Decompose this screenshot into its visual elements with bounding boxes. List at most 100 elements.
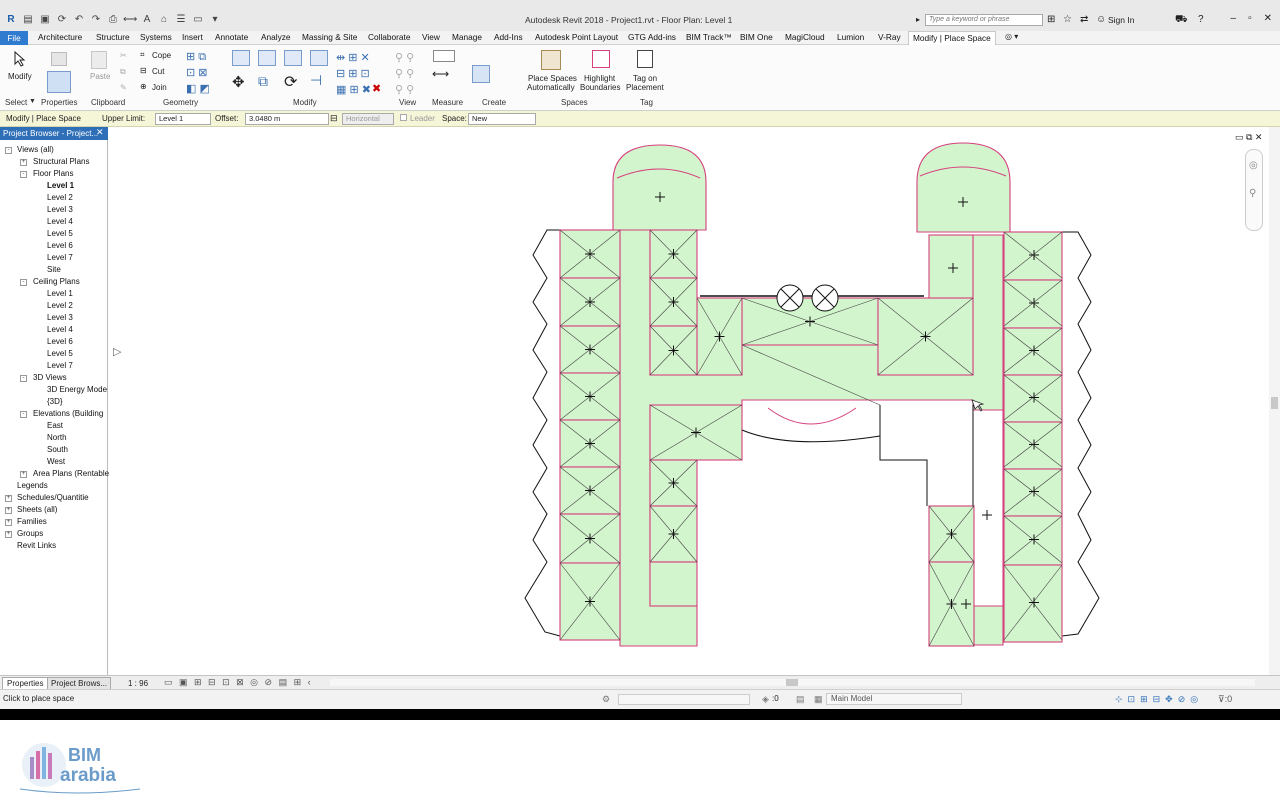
ribbon-toggle-icon[interactable]: ◎ ▾ bbox=[1005, 32, 1018, 41]
join-button[interactable]: Join bbox=[152, 83, 167, 92]
binoculars-icon[interactable]: ⊞ bbox=[1047, 14, 1055, 25]
geometry-tools-icon[interactable]: ⊞ ⧉ bbox=[186, 50, 206, 64]
star-icon[interactable]: ☆ bbox=[1063, 14, 1072, 25]
view-tools-icon[interactable]: ⚲ ⚲ ⚲ ⚲ ⚲ ⚲ bbox=[395, 50, 414, 98]
room-w-c[interactable] bbox=[649, 561, 698, 607]
rotate-icon[interactable]: ⟳ bbox=[284, 72, 297, 92]
mirror-axis-icon[interactable] bbox=[284, 50, 302, 66]
tab-analyze[interactable]: Analyze bbox=[261, 32, 291, 42]
tree-expander-icon[interactable]: - bbox=[20, 171, 27, 178]
placement-label[interactable]: Placement bbox=[626, 83, 664, 92]
tree-item[interactable]: Ceiling Plans bbox=[33, 277, 80, 286]
workset-select[interactable] bbox=[618, 694, 750, 705]
tree-item[interactable]: North bbox=[47, 433, 67, 442]
panel-select[interactable]: Select bbox=[5, 98, 27, 107]
match-type-icon[interactable]: ✎ bbox=[120, 83, 127, 92]
save-icon[interactable]: ▣ bbox=[38, 13, 52, 27]
tab-bim-track[interactable]: BIM Track™ bbox=[686, 32, 732, 42]
tab-lumion[interactable]: Lumion bbox=[837, 32, 864, 42]
copy-clipboard-icon[interactable]: ⧉ bbox=[120, 67, 126, 77]
steering-wheel-icon[interactable]: ◎ bbox=[1249, 160, 1258, 171]
cut-geometry-icon[interactable]: ⊟ bbox=[140, 66, 147, 75]
navigation-bar[interactable]: ◎ ⚲ bbox=[1245, 149, 1263, 231]
project-browser-close-icon[interactable]: ✕ bbox=[96, 127, 104, 138]
tree-item[interactable]: West bbox=[47, 457, 65, 466]
cope-button[interactable]: Cope bbox=[152, 51, 171, 60]
customize-qat-icon[interactable]: ▾ bbox=[208, 13, 222, 27]
mirror-draw-icon[interactable] bbox=[310, 50, 328, 66]
dimension-icon[interactable]: ⟷ bbox=[432, 67, 449, 81]
tree-expander-icon[interactable]: + bbox=[20, 471, 27, 478]
tag-on-label[interactable]: Tag on bbox=[633, 74, 657, 83]
north-west-rotunda[interactable] bbox=[612, 144, 707, 231]
tree-item[interactable]: 3D Energy Mode bbox=[47, 385, 107, 394]
tab-architecture[interactable]: Architecture bbox=[38, 32, 82, 42]
tab-modify-place-space[interactable]: Modify | Place Space bbox=[908, 31, 996, 45]
tree-item[interactable]: Level 1 bbox=[47, 289, 73, 298]
tree-item[interactable]: East bbox=[47, 421, 63, 430]
tree-item[interactable]: Level 6 bbox=[47, 241, 73, 250]
view-window-controls-icon[interactable]: ▭ ⧉ ✕ bbox=[1235, 132, 1262, 143]
design-option-set-icon[interactable]: ▦ bbox=[814, 694, 823, 705]
design-options-icon[interactable]: ▤ bbox=[796, 694, 805, 705]
tab-gtg-add-ins[interactable]: GTG Add-ins bbox=[628, 32, 676, 42]
measure-between-icon[interactable] bbox=[433, 50, 455, 62]
tree-item[interactable]: Floor Plans bbox=[33, 169, 73, 178]
tree-item[interactable]: Sheets (all) bbox=[17, 505, 57, 514]
tree-item[interactable]: Level 4 bbox=[47, 325, 73, 334]
tree-item[interactable]: Level 2 bbox=[47, 301, 73, 310]
tree-expander-icon[interactable]: + bbox=[5, 531, 12, 538]
cursor-arrow-icon[interactable] bbox=[12, 51, 28, 67]
print-icon[interactable]: ⎙ bbox=[106, 13, 120, 27]
tab-systems[interactable]: Systems bbox=[140, 32, 172, 42]
space-reference-marker[interactable] bbox=[982, 510, 992, 520]
floor-plan[interactable] bbox=[109, 127, 1280, 675]
tree-item[interactable]: South bbox=[47, 445, 68, 454]
open-icon[interactable]: ▤ bbox=[21, 13, 35, 27]
room-ne-a[interactable] bbox=[928, 234, 974, 299]
highlight-label[interactable]: Highlight bbox=[584, 74, 615, 83]
join-icon[interactable]: ⊕ bbox=[140, 82, 147, 91]
tab-collaborate[interactable]: Collaborate bbox=[368, 32, 410, 42]
paint-icon[interactable]: ◧ ◩ bbox=[186, 82, 210, 95]
exchange-icon[interactable]: ⇄ bbox=[1080, 14, 1088, 25]
tree-expander-icon[interactable]: + bbox=[20, 159, 27, 166]
editing-requests-icon[interactable]: ◈ bbox=[762, 694, 769, 705]
maximize-icon[interactable]: ▫ bbox=[1248, 13, 1252, 24]
sign-in-button[interactable]: Sign In bbox=[1108, 15, 1134, 25]
copy-icon[interactable]: ⧉ bbox=[258, 73, 268, 90]
cart-icon[interactable]: ⛟ bbox=[1175, 14, 1188, 27]
upper-limit-select[interactable]: Level 1 bbox=[155, 113, 211, 125]
paste-button[interactable]: Paste bbox=[90, 72, 110, 81]
tab-insert[interactable]: Insert bbox=[182, 32, 203, 42]
properties-icon[interactable] bbox=[47, 71, 71, 93]
tab-massing-site[interactable]: Massing & Site bbox=[302, 32, 357, 42]
drawing-area[interactable]: ▭ ⧉ ✕ ◎ ⚲ ▷ bbox=[109, 127, 1280, 675]
cope-icon[interactable]: ⌗ bbox=[140, 50, 145, 60]
place-spaces-automatically-label[interactable]: Place Spaces bbox=[528, 74, 577, 83]
tab-v-ray[interactable]: V-Ray bbox=[878, 32, 901, 42]
place-spaces-icon[interactable] bbox=[541, 50, 561, 70]
search-input[interactable]: Type a keyword or phrase bbox=[925, 14, 1043, 26]
thin-lines-icon[interactable]: ☰ bbox=[174, 13, 188, 27]
automatically-label[interactable]: Automatically bbox=[527, 83, 575, 92]
tree-item[interactable]: Families bbox=[17, 517, 47, 526]
close-icon[interactable]: ✕ bbox=[1264, 13, 1272, 24]
type-properties-icon[interactable] bbox=[51, 52, 67, 66]
tag-on-placement-icon[interactable] bbox=[637, 50, 653, 68]
worksets-icon[interactable]: ⚙ bbox=[602, 694, 610, 705]
measure-icon[interactable]: ⟷ bbox=[123, 13, 137, 27]
tree-item[interactable]: Level 6 bbox=[47, 337, 73, 346]
orientation-select[interactable]: Horizontal bbox=[342, 113, 394, 125]
tree-expander-icon[interactable]: + bbox=[5, 519, 12, 526]
close-windows-icon[interactable]: ▭ bbox=[191, 13, 205, 27]
tree-expander-icon[interactable]: - bbox=[20, 279, 27, 286]
tab-annotate[interactable]: Annotate bbox=[215, 32, 248, 42]
tree-item[interactable]: Level 3 bbox=[47, 205, 73, 214]
highlight-boundaries-icon[interactable] bbox=[592, 50, 610, 68]
tab-structure[interactable]: Structure bbox=[96, 32, 130, 42]
main-model-select[interactable]: Main Model bbox=[826, 693, 962, 705]
tab-file[interactable]: File bbox=[0, 31, 28, 45]
tree-item[interactable]: Elevations (Building bbox=[33, 409, 103, 418]
cut-clipboard-icon[interactable]: ✂ bbox=[120, 51, 127, 60]
